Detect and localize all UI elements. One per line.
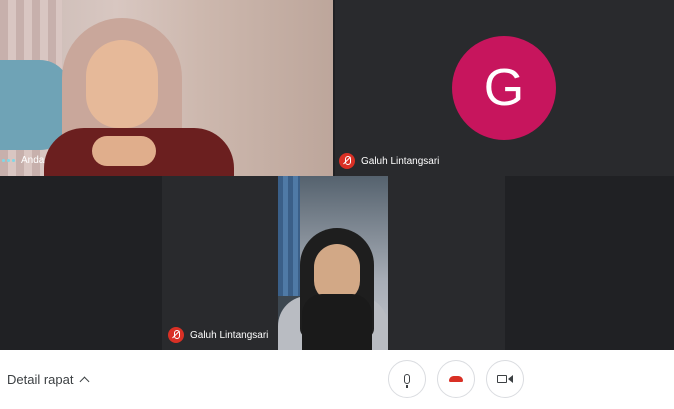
participant-name-label: Galuh Lintangsari	[168, 327, 268, 343]
background-curtain	[278, 176, 300, 296]
camera-button[interactable]	[486, 360, 524, 398]
bottom-toolbar: Detail rapat	[0, 350, 674, 409]
mic-muted-icon	[168, 327, 184, 343]
participant-name-text: Galuh Lintangsari	[361, 155, 440, 167]
participant-face	[86, 40, 158, 128]
self-video-tile[interactable]: Anda	[0, 0, 333, 176]
self-name-text: Anda	[21, 154, 45, 166]
video-tile-letterbox-right	[388, 176, 505, 350]
participant-name-text: Galuh Lintangsari	[190, 329, 269, 341]
participant-avatar: G	[452, 36, 556, 140]
participant-scarf	[302, 294, 372, 350]
participant-avatar-tile[interactable]: G Galuh Lintangsari	[335, 0, 674, 176]
video-tile-letterbox-left: Galuh Lintangsari	[162, 176, 278, 350]
self-name-label: Anda	[0, 152, 44, 168]
participant-hands	[92, 136, 156, 166]
mic-muted-icon	[339, 153, 355, 169]
audio-level-icon	[2, 158, 15, 162]
chevron-up-icon	[80, 376, 90, 386]
end-call-button[interactable]	[437, 360, 475, 398]
microphone-button[interactable]	[388, 360, 426, 398]
camera-icon	[497, 375, 513, 383]
participant-name-label: Galuh Lintangsari	[339, 153, 439, 169]
end-call-icon	[449, 376, 463, 382]
participant-video-tile[interactable]	[278, 176, 388, 350]
meeting-details-label: Detail rapat	[7, 372, 74, 387]
meeting-details-button[interactable]: Detail rapat	[7, 372, 90, 387]
meeting-stage: Anda G Galuh Lintangsari Galuh Lintangsa…	[0, 0, 674, 350]
microphone-icon	[404, 374, 410, 388]
